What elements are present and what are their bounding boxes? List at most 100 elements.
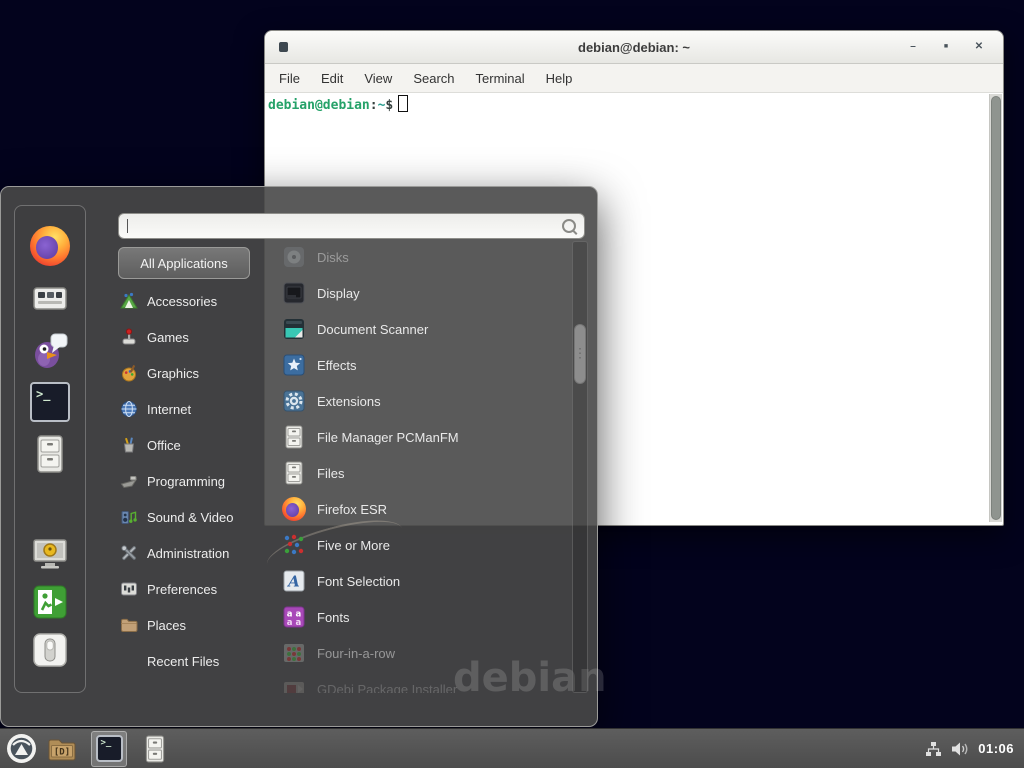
category-list: All Applications Accessories Games Graph… (118, 247, 276, 679)
desktop: debian@debian: ~ – ■ ✕ File Edit View Se… (0, 0, 1024, 768)
svg-text:[D]: [D] (54, 747, 70, 757)
maximize-icon[interactable]: ■ (940, 41, 952, 53)
accessories-icon (120, 292, 138, 310)
terminal-menubar: File Edit View Search Terminal Help (265, 64, 1003, 93)
internet-icon (120, 400, 138, 418)
file-cabinet-icon (282, 425, 306, 449)
app-document-scanner[interactable]: Document Scanner (282, 311, 570, 347)
app-files[interactable]: Files (282, 455, 570, 491)
extensions-icon (282, 389, 306, 413)
text-cursor (398, 95, 408, 112)
font-selection-icon: A (282, 569, 306, 593)
menu-search-box (118, 213, 585, 239)
clock[interactable]: 01:06 (978, 741, 1014, 756)
menu-search[interactable]: Search (413, 71, 454, 86)
menu-edit[interactable]: Edit (321, 71, 343, 86)
close-icon[interactable]: ✕ (973, 41, 985, 53)
lock-screen-icon[interactable] (32, 536, 68, 572)
app-list-scrollbar[interactable] (572, 241, 588, 693)
menu-logo-icon (6, 733, 37, 764)
pcmanfm-desktop-button[interactable]: [D] (47, 735, 77, 763)
category-internet[interactable]: Internet (118, 391, 276, 427)
file-cabinet-icon (282, 461, 306, 485)
terminal-scrollbar-thumb[interactable] (991, 96, 1001, 520)
document-scanner-icon (282, 317, 306, 341)
graphics-icon (120, 364, 138, 382)
shell-prompt: debian@debian:~$ (268, 95, 408, 113)
app-file-manager-pcmanfm[interactable]: File Manager PCManFM (282, 419, 570, 455)
effects-icon (282, 353, 306, 377)
application-list: Disks Display Document Scanner Effects E… (282, 239, 570, 693)
category-sound-video[interactable]: Sound & Video (118, 499, 276, 535)
minimize-icon[interactable]: – (907, 41, 919, 53)
category-all-applications[interactable]: All Applications (118, 247, 250, 279)
folder-d-icon: [D] (47, 735, 77, 763)
category-games[interactable]: Games (118, 319, 276, 355)
menu-file[interactable]: File (279, 71, 300, 86)
file-manager-icon[interactable] (30, 434, 70, 474)
terminal-window-icon (279, 42, 288, 52)
app-disks[interactable]: Disks (282, 239, 570, 275)
administration-icon (120, 544, 138, 562)
office-icon (120, 436, 138, 454)
firefox-icon[interactable] (30, 226, 70, 266)
terminal-task-button[interactable] (91, 731, 127, 767)
window-title: debian@debian: ~ (265, 40, 1003, 55)
programming-icon (120, 472, 138, 490)
app-list-scrollbar-thumb[interactable] (574, 324, 586, 384)
category-graphics[interactable]: Graphics (118, 355, 276, 391)
menu-button[interactable] (6, 733, 37, 764)
menu-view[interactable]: View (364, 71, 392, 86)
taskbar: [D] 01:06 (0, 728, 1024, 768)
shut-down-icon[interactable] (32, 632, 68, 668)
firefox-icon (282, 497, 306, 521)
app-fonts[interactable]: a aa a Fonts (282, 599, 570, 635)
application-menu: debian (0, 186, 598, 727)
app-firefox-esr[interactable]: Firefox ESR (282, 491, 570, 527)
window-controls: – ■ ✕ (907, 41, 1003, 53)
terminal-scrollbar[interactable] (989, 94, 1002, 522)
five-or-more-icon (282, 533, 306, 557)
files-task-button[interactable] (142, 735, 168, 763)
preferences-icon (120, 580, 138, 598)
disks-icon (282, 245, 306, 269)
category-administration[interactable]: Administration (118, 535, 276, 571)
search-input[interactable] (128, 215, 562, 237)
svg-text:a a: a a (287, 618, 302, 628)
places-icon (120, 616, 138, 634)
app-extensions[interactable]: Extensions (282, 383, 570, 419)
prompt-user-host: debian@debian (268, 98, 370, 113)
terminal-titlebar[interactable]: debian@debian: ~ – ■ ✕ (265, 31, 1003, 64)
category-programming[interactable]: Programming (118, 463, 276, 499)
network-icon[interactable] (925, 741, 942, 757)
games-icon (120, 328, 138, 346)
pidgin-icon[interactable] (30, 330, 70, 370)
log-out-icon[interactable] (32, 584, 68, 620)
app-five-or-more[interactable]: Five or More (282, 527, 570, 563)
category-recent-files[interactable]: Recent Files (118, 643, 276, 679)
category-preferences[interactable]: Preferences (118, 571, 276, 607)
gdebi-icon (282, 677, 306, 693)
terminal-launcher-icon[interactable] (30, 382, 70, 422)
four-in-a-row-icon (282, 641, 306, 665)
search-icon (562, 219, 576, 233)
settings-panel-icon[interactable] (30, 278, 70, 318)
app-display[interactable]: Display (282, 275, 570, 311)
fonts-icon: a aa a (282, 605, 306, 629)
terminal-icon (96, 735, 123, 762)
favorites-column (14, 205, 86, 693)
category-accessories[interactable]: Accessories (118, 283, 276, 319)
recent-files-spacer (120, 652, 138, 670)
app-font-selection[interactable]: A Font Selection (282, 563, 570, 599)
app-four-in-a-row[interactable]: Four-in-a-row (282, 635, 570, 671)
system-tray: 01:06 (925, 741, 1024, 757)
volume-icon[interactable] (951, 741, 969, 757)
sound-video-icon (120, 508, 138, 526)
app-gdebi-package-installer[interactable]: GDebi Package Installer (282, 671, 570, 693)
menu-help[interactable]: Help (546, 71, 573, 86)
category-office[interactable]: Office (118, 427, 276, 463)
category-places[interactable]: Places (118, 607, 276, 643)
display-icon (282, 281, 306, 305)
menu-terminal[interactable]: Terminal (476, 71, 525, 86)
app-effects[interactable]: Effects (282, 347, 570, 383)
